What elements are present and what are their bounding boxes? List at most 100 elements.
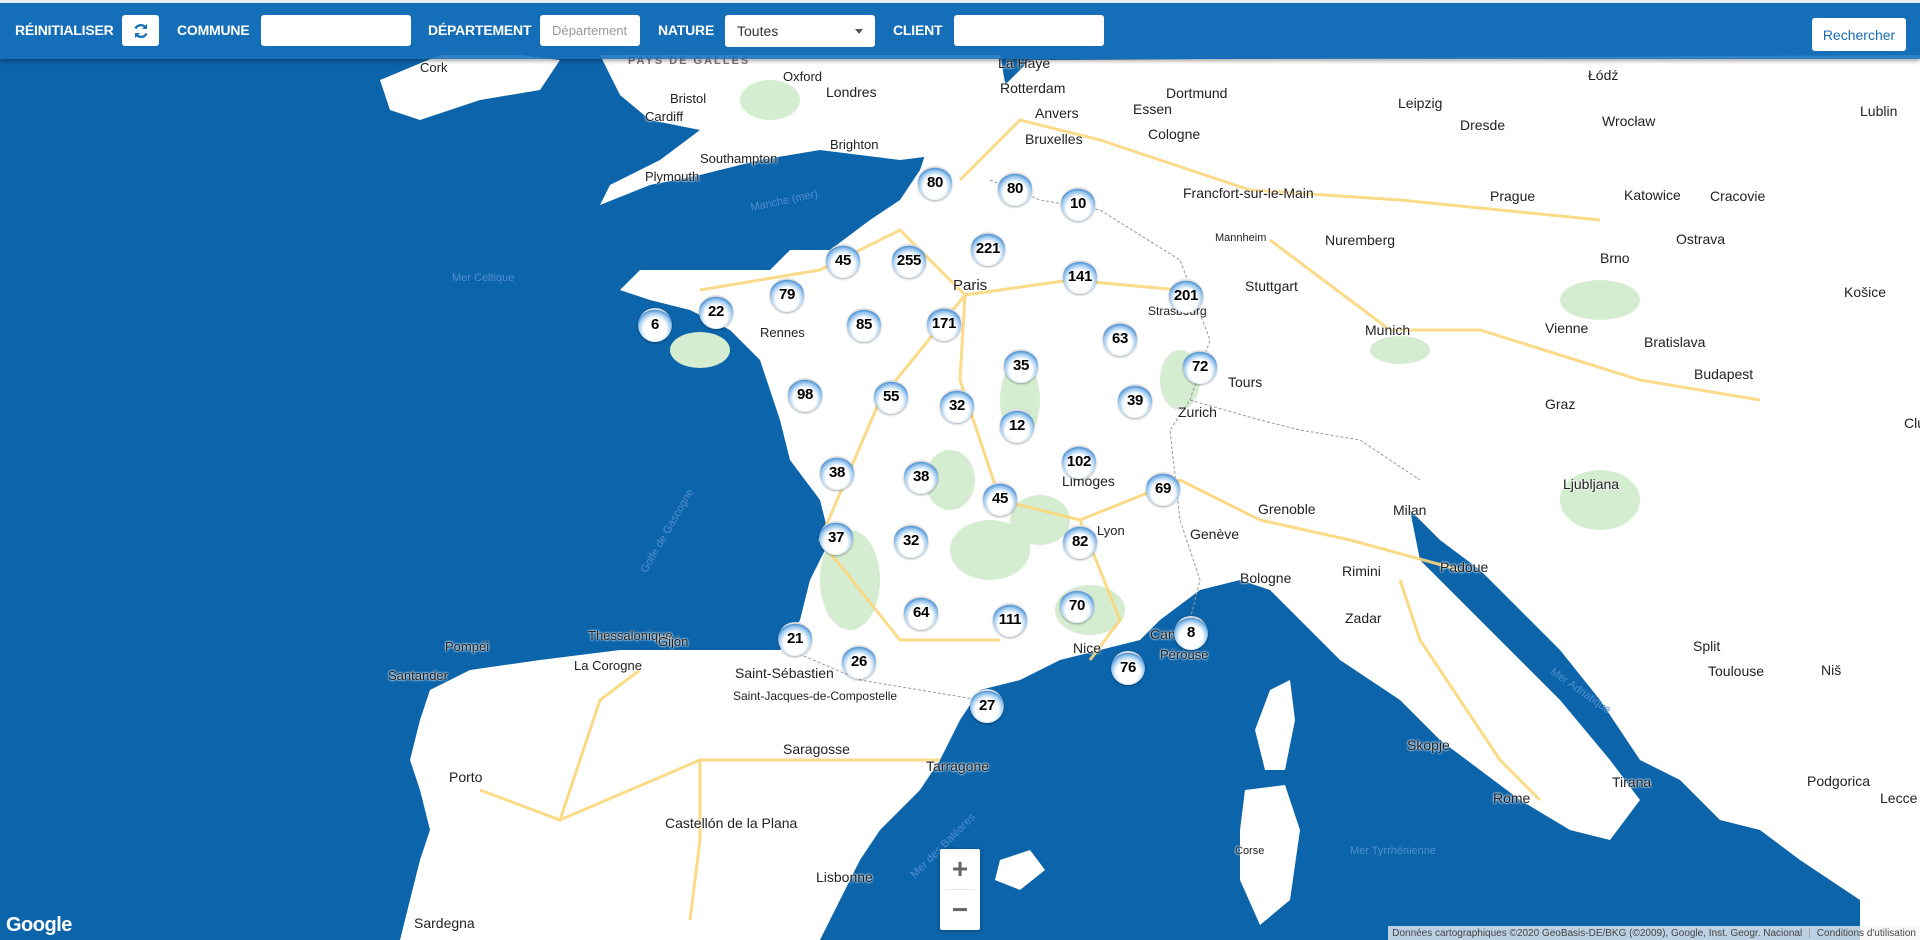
client-input[interactable] [954,15,1104,46]
cluster-marker[interactable]: 72 [1183,350,1217,384]
cluster-marker[interactable]: 98 [788,378,822,412]
city-label: Cologne [1148,126,1201,142]
cluster-marker[interactable]: 8 [1174,616,1208,650]
map-canvas[interactable] [0,0,1920,940]
city-label: Pérouse [1160,647,1209,662]
city-label: Anvers [1035,105,1079,121]
city-label: Zurich [1178,404,1217,420]
city-label: Londres [826,84,877,100]
cluster-marker[interactable]: 22 [699,295,733,329]
city-label: Saragosse [783,741,850,757]
city-label: Porto [449,769,483,785]
cluster-marker[interactable]: 27 [970,689,1004,723]
cluster-marker[interactable]: 80 [998,172,1032,206]
city-label: Mannheim [1215,232,1267,244]
city-label: Saint-Jacques-de-Compostelle [733,689,898,703]
city-label: Tarragone [926,758,990,774]
reset-button[interactable] [122,15,159,46]
map-attribution: Données cartographiques ©2020 GeoBasis-D… [1388,926,1920,940]
cluster-marker[interactable]: 80 [918,166,952,200]
city-label: Zadar [1345,610,1382,626]
cluster-marker[interactable]: 255 [892,244,926,278]
cluster-marker[interactable]: 26 [842,645,876,679]
city-label: Bristol [670,91,707,106]
search-button[interactable]: Rechercher [1812,18,1906,51]
cluster-marker[interactable]: 221 [971,232,1005,266]
zoom-in-button[interactable]: + [940,849,980,889]
city-label: Milan [1393,502,1427,518]
cluster-marker[interactable]: 38 [820,456,854,490]
city-label: Paris [953,277,988,294]
zoom-out-button[interactable]: − [940,890,980,930]
city-label: Wrocław [1602,113,1656,129]
city-label: Košice [1844,284,1887,300]
attribution-divider: | [1808,927,1811,939]
cluster-marker[interactable]: 38 [904,460,938,494]
city-label: Rennes [760,325,805,340]
cluster-marker[interactable]: 76 [1111,651,1145,685]
departement-input[interactable] [540,15,640,46]
cluster-marker[interactable]: 69 [1146,472,1180,506]
city-label: Cork [420,60,448,75]
cluster-marker[interactable]: 45 [826,244,860,278]
cluster-marker[interactable]: 21 [778,622,812,656]
city-label: Padoue [1440,559,1489,575]
cluster-marker[interactable]: 201 [1169,279,1203,313]
city-label: Nuremberg [1325,232,1396,248]
cluster-marker[interactable]: 37 [819,521,853,555]
google-logo[interactable]: Google [6,914,72,937]
cluster-marker[interactable]: 141 [1063,260,1097,294]
cluster-marker[interactable]: 171 [927,307,961,341]
cluster-marker[interactable]: 45 [983,482,1017,516]
city-label: Toulouse [1708,663,1765,679]
reset-label[interactable]: RÉINITIALISER [15,22,114,38]
city-label: Cardiff [645,109,684,124]
zoom-control: + − [940,849,980,930]
cluster-marker[interactable]: 63 [1103,322,1137,356]
cluster-marker[interactable]: 32 [894,524,928,558]
city-label: Gijón [658,634,689,649]
city-label: Lisbonne [816,869,873,885]
city-label: Ljubljana [1563,476,1620,492]
cluster-marker[interactable]: 64 [904,596,938,630]
city-label: Tours [1228,374,1263,390]
attribution-text: Données cartographiques ©2020 GeoBasis-D… [1392,927,1803,939]
city-label: Essen [1133,101,1172,117]
terms-link[interactable]: Conditions d'utilisation [1817,928,1916,939]
cluster-marker[interactable]: 6 [638,308,672,342]
cluster-marker[interactable]: 82 [1063,525,1097,559]
city-label: Sardegna [414,915,475,931]
city-label: Dortmund [1166,85,1228,101]
commune-input[interactable] [261,15,411,46]
city-label: Ostrava [1676,231,1726,247]
city-label: Budapest [1694,366,1754,382]
city-label: Bologne [1240,570,1292,586]
cluster-marker[interactable]: 85 [847,308,881,342]
filter-toolbar: RÉINITIALISER COMMUNE DÉPARTEMENT NATURE… [0,0,1920,59]
city-label: Skopje [1407,737,1450,753]
cluster-marker[interactable]: 35 [1004,349,1038,383]
city-label: Francfort-sur-le-Main [1183,185,1314,201]
cluster-marker[interactable]: 102 [1062,445,1096,479]
cluster-marker[interactable]: 39 [1118,384,1152,418]
cluster-marker[interactable]: 55 [874,380,908,414]
commune-label: COMMUNE [177,22,250,38]
cluster-marker[interactable]: 79 [770,278,804,312]
city-label: Rome [1493,790,1531,806]
city-label: Vienne [1545,320,1589,336]
city-label: Bruxelles [1025,131,1083,147]
nature-label: NATURE [658,22,715,38]
cluster-marker[interactable]: 111 [993,603,1027,637]
departement-label: DÉPARTEMENT [428,22,532,38]
cluster-marker[interactable]: 12 [1000,409,1034,443]
cluster-marker[interactable]: 32 [940,389,974,423]
cluster-marker[interactable]: 10 [1061,187,1095,221]
city-label: Plymouth [645,169,700,184]
city-label: Saint-Sébastien [735,665,834,681]
city-label: Tirana [1612,774,1652,790]
nature-select[interactable]: Toutes [725,15,875,47]
cluster-marker[interactable]: 70 [1060,589,1094,623]
city-label: Prague [1490,188,1536,204]
city-label: Split [1693,638,1721,654]
city-label: Nice [1073,640,1102,656]
